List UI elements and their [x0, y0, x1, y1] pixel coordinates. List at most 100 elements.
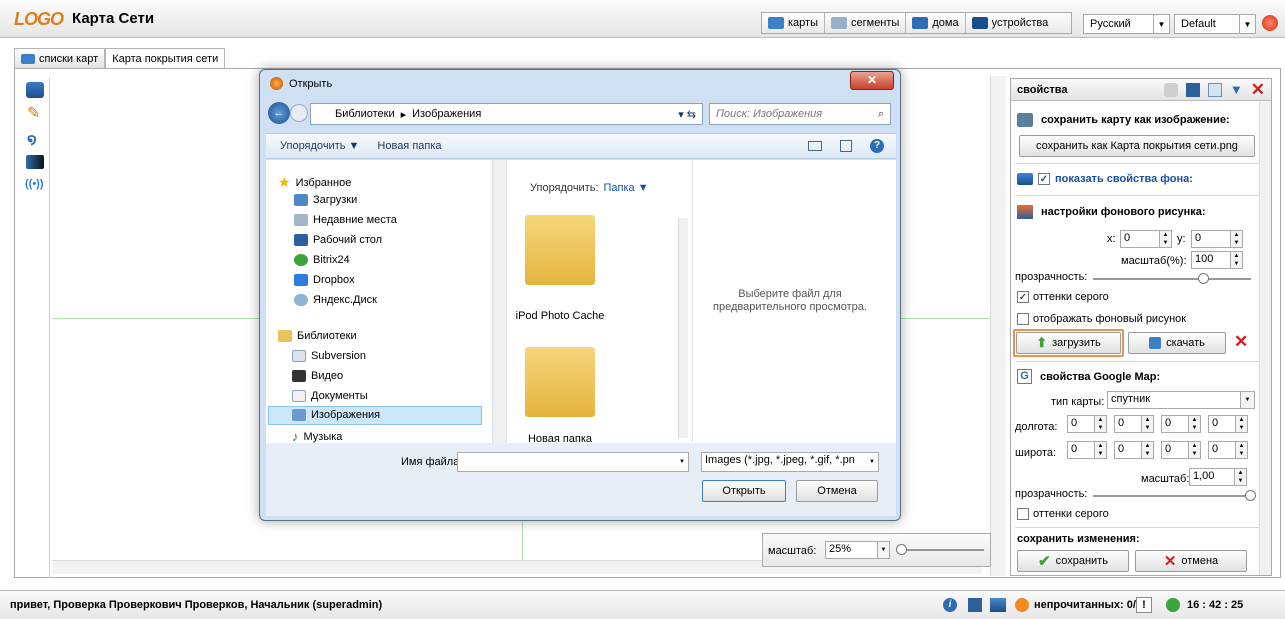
clipboard-icon[interactable] — [1185, 82, 1200, 97]
tree-item[interactable]: Bitrix24 — [294, 254, 350, 266]
tab-coverage-map[interactable]: Карта покрытия сети — [105, 48, 226, 69]
tree-item[interactable]: Видео — [292, 370, 343, 382]
language-select[interactable]: Русский ▼ — [1083, 14, 1170, 34]
show-bg-checkbox[interactable] — [1017, 313, 1029, 325]
folder-icon[interactable] — [525, 347, 595, 417]
nav-segments[interactable]: сегменты — [825, 13, 907, 33]
spinner-icon[interactable]: ▲ ▼ — [1235, 416, 1247, 432]
breadcrumb-images[interactable]: Изображения — [412, 108, 481, 120]
spinner-icon[interactable]: ▲ ▼ — [1188, 416, 1200, 432]
spinner-icon[interactable]: ▲ ▼ — [1234, 469, 1246, 485]
download-button[interactable]: скачать — [1128, 332, 1226, 354]
refresh-icon[interactable]: ▾ ⇆ — [678, 108, 702, 121]
y-input[interactable]: 0 ▲ ▼ — [1191, 230, 1243, 248]
gmap-grayscale-option[interactable]: оттенки серого — [1017, 508, 1109, 520]
alert-icon[interactable]: ! — [1136, 597, 1152, 613]
longitude-fraction[interactable]: 0 ▲ ▼ — [1208, 415, 1248, 433]
zoom-slider-track[interactable] — [899, 549, 984, 551]
latitude-seconds[interactable]: 0 ▲ ▼ — [1161, 441, 1201, 459]
show-bg-option[interactable]: отображать фоновый рисунок — [1017, 313, 1186, 325]
x-input[interactable]: 0 ▲ ▼ — [1120, 230, 1172, 248]
lasso-icon[interactable]: ໑ — [27, 130, 41, 148]
longitude-degrees[interactable]: 0 ▲ ▼ — [1067, 415, 1107, 433]
tree-item[interactable]: Dropbox — [294, 274, 355, 286]
latitude-minutes[interactable]: 0 ▲ ▼ — [1114, 441, 1154, 459]
back-arrow-icon[interactable]: ← — [268, 102, 290, 124]
zoom-slider-handle[interactable] — [896, 544, 907, 555]
grayscale-option[interactable]: ✓ оттенки серого — [1017, 291, 1109, 303]
search-input[interactable]: Поиск: Изображения ⌕ — [709, 103, 891, 125]
spinner-icon[interactable]: ▲ ▼ — [1188, 442, 1200, 458]
tree-item[interactable]: Недавние места — [294, 214, 397, 226]
wireless-icon[interactable]: ((•)) — [25, 178, 45, 192]
unread-count[interactable]: непрочитанных: 0/2 — [1034, 599, 1142, 611]
tree-libraries[interactable]: Библиотеки — [278, 330, 357, 342]
image-icon[interactable] — [26, 155, 44, 169]
folder-icon[interactable] — [525, 215, 595, 285]
chart-icon[interactable] — [1207, 82, 1222, 97]
upload-button[interactable]: ⬆ загрузить — [1016, 332, 1121, 354]
spinner-icon[interactable]: ▲ ▼ — [1159, 231, 1171, 247]
close-icon[interactable]: ✕ — [1251, 80, 1265, 100]
nav-devices[interactable]: устройства — [966, 13, 1055, 33]
longitude-minutes[interactable]: 0 ▲ ▼ — [1114, 415, 1154, 433]
folder-label[interactable]: iPod Photo Cache — [510, 310, 610, 322]
dialog-close-button[interactable]: ✕ — [850, 71, 894, 90]
latitude-degrees[interactable]: 0 ▲ ▼ — [1067, 441, 1107, 459]
filter-icon[interactable]: ▼ — [1230, 82, 1243, 97]
files-scrollbar[interactable] — [678, 218, 688, 438]
refresh-icon[interactable] — [1015, 598, 1029, 612]
show-bg-props[interactable]: ✓ показать свойства фона: — [1017, 173, 1257, 185]
map-type-select[interactable]: спутник ▼ — [1107, 391, 1255, 409]
save-as-image-button[interactable]: сохранить как Карта покрытия сети.png — [1019, 135, 1255, 157]
tree-scrollbar[interactable] — [492, 160, 506, 443]
open-button[interactable]: Открыть — [702, 480, 786, 502]
spinner-icon[interactable]: ▲ ▼ — [1094, 442, 1106, 458]
scale-input[interactable]: 100 ▲ ▼ — [1191, 251, 1243, 269]
breadcrumb-libraries[interactable]: Библиотеки — [335, 108, 395, 120]
tree-item[interactable]: ♪ Музыка — [292, 429, 342, 444]
show-bg-props-checkbox[interactable]: ✓ — [1038, 173, 1050, 185]
arrange-select[interactable]: Папка ▼ — [604, 182, 649, 194]
forward-arrow-icon[interactable] — [290, 104, 308, 122]
filename-input[interactable]: ▼ — [457, 452, 689, 472]
view-icon[interactable] — [808, 141, 822, 151]
opacity-slider-handle[interactable] — [1197, 273, 1209, 284]
zoom-select[interactable]: 25% ▼ — [825, 541, 890, 559]
folder-label[interactable]: Новая папка — [510, 433, 610, 443]
delete-icon[interactable]: ✕ — [1234, 332, 1248, 352]
help-icon[interactable]: ? — [870, 139, 884, 153]
new-folder-button[interactable]: Новая папка — [377, 140, 441, 152]
tree-item[interactable]: Яндекс.Диск — [294, 294, 377, 306]
organize-button[interactable]: Упорядочить ▼ — [280, 140, 359, 152]
spinner-icon[interactable]: ▲ ▼ — [1141, 442, 1153, 458]
spinner-icon[interactable]: ▲ ▼ — [1235, 442, 1247, 458]
preview-pane-icon[interactable] — [840, 140, 852, 152]
gmap-grayscale-checkbox[interactable] — [1017, 508, 1029, 520]
latitude-fraction[interactable]: 0 ▲ ▼ — [1208, 441, 1248, 459]
cancel-button[interactable]: ✕ отмена — [1135, 550, 1247, 572]
properties-scrollbar[interactable] — [1259, 101, 1271, 575]
nav-houses[interactable]: дома — [906, 13, 966, 33]
spinner-icon[interactable]: ▲ ▼ — [1230, 231, 1242, 247]
pencil-icon[interactable]: ✎ — [27, 106, 41, 122]
gmap-opacity-track[interactable] — [1093, 495, 1251, 497]
spinner-icon[interactable]: ▲ ▼ — [1094, 416, 1106, 432]
nav-maps[interactable]: карты — [762, 13, 825, 33]
theme-select[interactable]: Default ▼ — [1174, 14, 1256, 34]
grayscale-checkbox[interactable]: ✓ — [1017, 291, 1029, 303]
print-icon[interactable] — [990, 598, 1006, 612]
gmap-opacity-handle[interactable] — [1245, 490, 1256, 501]
gmap-scale-input[interactable]: 1,00 ▲ ▼ — [1189, 468, 1247, 486]
opacity-slider-track[interactable] — [1093, 278, 1251, 280]
lock-icon[interactable] — [1163, 82, 1178, 97]
tree-favorites[interactable]: ★ Избранное — [278, 174, 351, 191]
tree-item[interactable]: Загрузки — [294, 194, 357, 206]
tab-map-lists[interactable]: списки карт — [14, 48, 106, 68]
tree-item[interactable]: Документы — [292, 390, 368, 402]
vertical-scrollbar[interactable] — [990, 76, 1006, 576]
tree-item-selected[interactable]: Изображения — [292, 409, 380, 421]
dialog-cancel-button[interactable]: Отмена — [796, 480, 878, 502]
power-icon[interactable] — [1262, 15, 1278, 31]
tree-item[interactable]: Рабочий стол — [294, 234, 382, 246]
